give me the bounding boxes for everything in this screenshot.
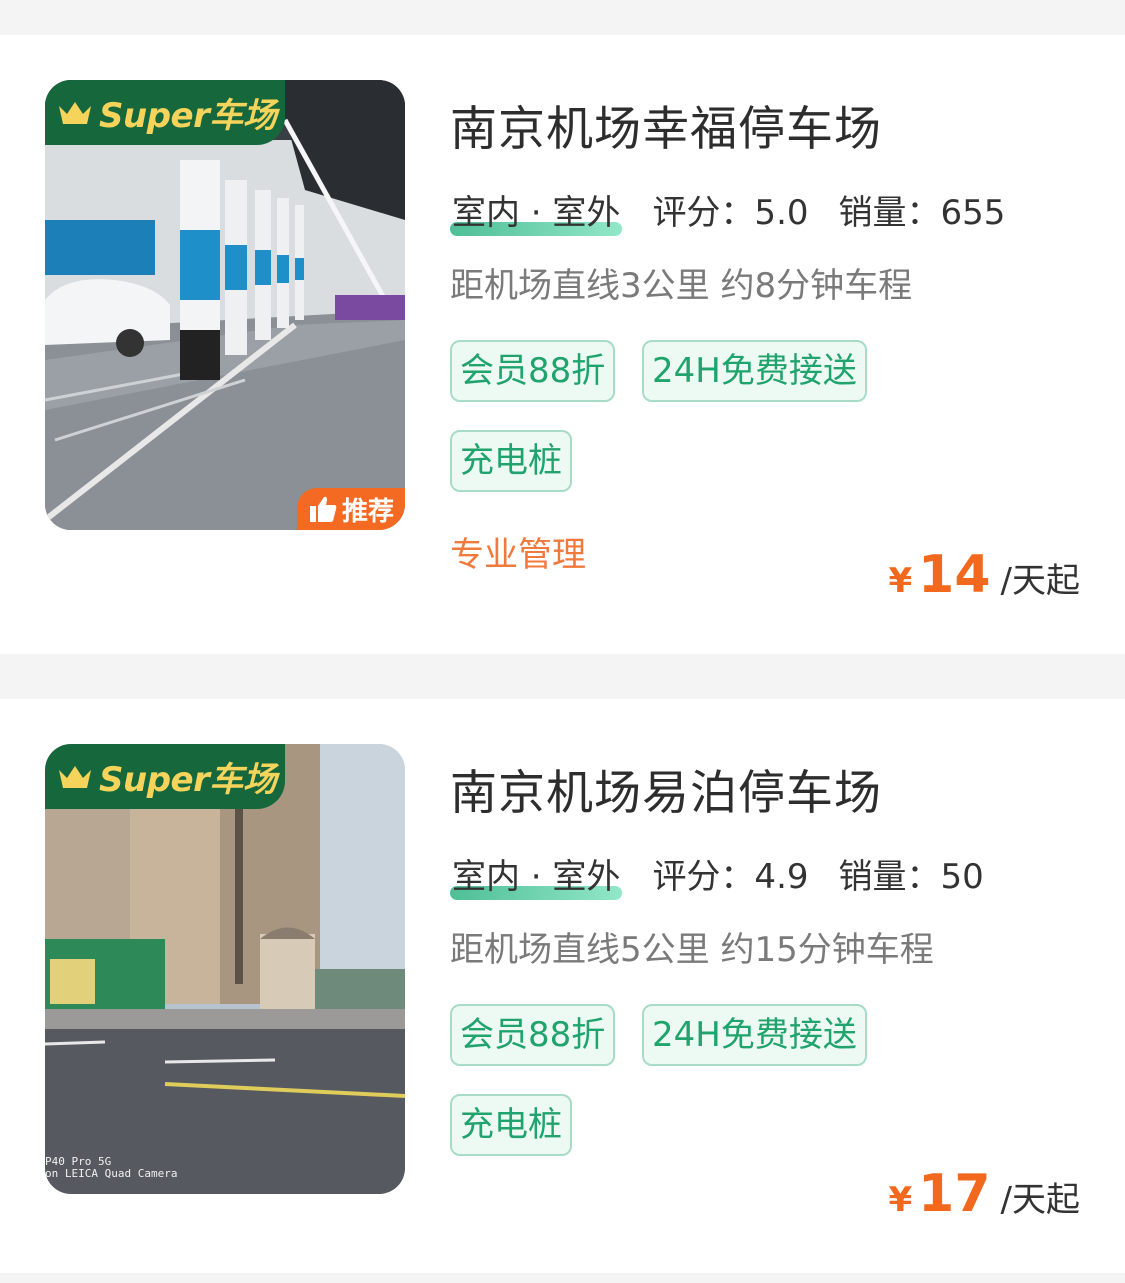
parking-lot-card[interactable]: Super车场 P40 Pro 5G on LEICA Quad Camera … [0,699,1125,1273]
price-unit: /天起 [1000,1180,1080,1220]
lot-price: ¥ 14 /天起 [888,545,1080,605]
price-amount: 14 [918,545,991,605]
recommend-badge: 推荐 [297,488,405,530]
tag-charging: 充电桩 [450,1094,572,1156]
tag-charging: 充电桩 [450,430,572,492]
lot-sales: 销量：655 [838,193,1006,233]
lot-meta: 室内 · 室外 评分：4.9 销量：50 [450,849,1014,900]
parking-lot-photo[interactable]: Super车场 P40 Pro 5G on LEICA Quad Camera [45,744,405,1194]
price-currency: ¥ [888,1180,913,1220]
lot-type: 室内 · 室外 [450,849,623,900]
tag-member-discount: 会员88折 [450,1004,616,1066]
lot-type: 室内 · 室外 [450,185,623,236]
street-photo [45,744,405,1194]
lot-rating: 评分：5.0 [652,193,809,233]
lot-price: ¥ 17 /天起 [888,1164,1080,1224]
parking-lot-photo[interactable]: Super车场 推荐 [45,80,405,530]
price-unit: /天起 [1000,561,1080,601]
super-lot-label: Super车场 [99,96,277,136]
super-lot-badge: Super车场 [45,80,285,145]
lot-rating: 评分：4.9 [652,857,809,897]
lot-meta: 室内 · 室外 评分：5.0 销量：655 [450,185,1035,236]
tag-free-shuttle: 24H免费接送 [642,1004,867,1066]
super-lot-badge: Super车场 [45,744,285,809]
parking-lot-card[interactable]: Super车场 推荐 南京机场幸福停车场 室内 · 室外 评分：5.0 销量：6… [0,35,1125,654]
garage-photo [45,80,405,530]
lot-feature: 专业管理 [450,535,586,575]
lot-name: 南京机场幸福停车场 [450,102,882,157]
lot-type-text: 室内 · 室外 [452,857,621,897]
price-currency: ¥ [888,561,913,601]
crown-icon [59,101,91,124]
lot-distance: 距机场直线3公里 约8分钟车程 [450,266,913,306]
thumbs-up-icon [309,496,337,522]
lot-sales: 销量：50 [838,857,984,897]
crown-icon [59,765,91,788]
price-amount: 17 [918,1164,991,1224]
lot-name: 南京机场易泊停车场 [450,766,882,821]
tag-free-shuttle: 24H免费接送 [642,340,867,402]
photo-watermark: P40 Pro 5G on LEICA Quad Camera [45,1155,178,1180]
recommend-label: 推荐 [341,496,394,527]
super-lot-label: Super车场 [99,760,277,800]
tag-member-discount: 会员88折 [450,340,616,402]
lot-type-text: 室内 · 室外 [452,193,621,233]
lot-distance: 距机场直线5公里 约15分钟车程 [450,930,934,970]
parking-lot-list: Super车场 推荐 南京机场幸福停车场 室内 · 室外 评分：5.0 销量：6… [0,0,1125,1283]
